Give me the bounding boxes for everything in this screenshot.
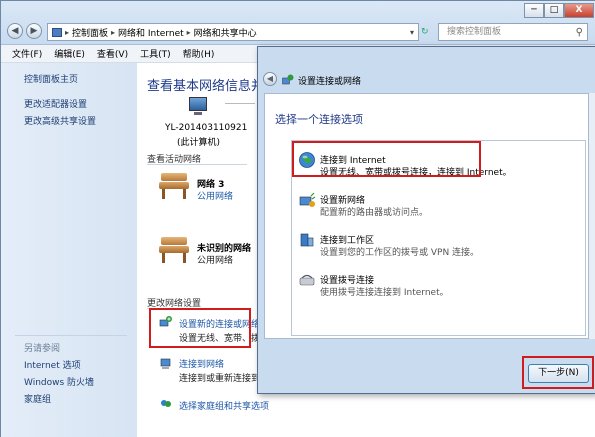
sidebar-link-internet-options[interactable]: Internet 选项 — [24, 358, 81, 371]
connection-option-list: 连接到 Internet 设置无线、宽带或拨号连接，连接到 Internet。 … — [291, 140, 586, 336]
menu-edit[interactable]: 编辑(E) — [54, 47, 85, 60]
menu-help[interactable]: 帮助(H) — [183, 47, 215, 60]
dialog-footer: 下一步(N) — [258, 339, 595, 393]
highlight-box — [522, 356, 594, 389]
option-connect-workplace[interactable]: 连接到工作区 设置到您的工作区的拨号或 VPN 连接。 — [296, 229, 581, 267]
network-setup-icon — [282, 74, 294, 85]
search-input[interactable]: 搜索控制面板 ⚲ — [438, 23, 588, 41]
divider — [15, 335, 127, 336]
left-navigation-pane: 控制面板主页 更改适配器设置 更改高级共享设置 另请参阅 Internet 选项… — [1, 63, 137, 437]
close-button[interactable]: X — [564, 3, 594, 18]
dialog-prompt: 选择一个连接选项 — [275, 113, 363, 126]
dialog-body: 选择一个连接选项 连接到 Internet 设置无线、宽带或拨号连接，连接到 I… — [264, 93, 589, 339]
network-type-link[interactable]: 公用网络 — [197, 189, 233, 202]
breadcrumb-network-sharing-center[interactable]: 网络和共享中心 — [194, 26, 257, 39]
see-also-heading: 另请参阅 — [24, 344, 61, 354]
computer-subtitle: (此计算机) — [177, 138, 221, 148]
menu-tools[interactable]: 工具(T) — [140, 47, 171, 60]
sidebar-link-change-adapter-settings[interactable]: 更改适配器设置 — [24, 97, 87, 110]
search-placeholder: 搜索控制面板 — [447, 27, 502, 37]
chevron-right-icon: ▸ — [65, 27, 70, 37]
option-setup-dialup[interactable]: 设置拨号连接 使用拨号连接连接到 Internet。 — [296, 269, 581, 307]
computer-icon — [189, 97, 207, 115]
network-sharing-center-window: ─ □ X ◀ ▶ ▸ 控制面板 ▸ 网络和 Internet ▸ 网络和共享中… — [0, 0, 595, 437]
address-field[interactable]: ▸ 控制面板 ▸ 网络和 Internet ▸ 网络和共享中心 ▾ — [47, 23, 419, 41]
option-description: 配置新的路由器或访问点。 — [320, 208, 429, 218]
divider — [147, 164, 247, 165]
chevron-right-icon: ▸ — [186, 27, 191, 37]
dialog-scrollbar[interactable] — [589, 93, 595, 339]
computer-name: YL-201403110921 — [165, 123, 248, 133]
refresh-icon[interactable]: ↻ — [421, 23, 435, 41]
menu-view[interactable]: 查看(V) — [97, 47, 128, 60]
minimize-button[interactable]: ─ — [524, 3, 544, 18]
workplace-icon — [300, 233, 314, 247]
option-description: 使用拨号连接连接到 Internet。 — [320, 288, 449, 298]
homegroup-sharing-link[interactable]: 选择家庭组和共享选项 — [179, 399, 269, 412]
forward-arrow-icon[interactable]: ▶ — [26, 23, 42, 39]
router-icon — [299, 192, 316, 207]
setup-connection-dialog: ◀ 设置连接或网络 选择一个连接选项 连接到 Internet 设置无线、宽带或… — [257, 46, 595, 394]
back-arrow-icon[interactable]: ◀ — [263, 72, 277, 86]
address-bar: ─ □ X ◀ ▶ ▸ 控制面板 ▸ 网络和 Internet ▸ 网络和共享中… — [1, 1, 595, 45]
connect-network-icon — [160, 358, 171, 369]
connect-to-network-link[interactable]: 连接到网络 — [179, 357, 224, 370]
highlight-box — [292, 141, 481, 177]
modem-icon — [299, 274, 315, 286]
option-setup-new-network[interactable]: 设置新网络 配置新的路由器或访问点。 — [296, 189, 581, 227]
dialog-header: ◀ 设置连接或网络 — [258, 47, 595, 93]
breadcrumb-network-internet[interactable]: 网络和 Internet — [118, 26, 184, 39]
back-arrow-icon[interactable]: ◀ — [7, 23, 23, 39]
task-description: 连接到或重新连接到无 — [179, 374, 270, 384]
breadcrumb-control-panel[interactable]: 控制面板 — [72, 26, 108, 39]
sidebar-link-windows-firewall[interactable]: Windows 防火墙 — [24, 375, 94, 388]
dialog-title: 设置连接或网络 — [298, 77, 362, 87]
homegroup-icon — [161, 400, 171, 407]
public-network-bench-icon — [159, 237, 189, 263]
chevron-down-icon[interactable]: ▾ — [410, 28, 414, 37]
sidebar-link-homegroup[interactable]: 家庭组 — [24, 392, 51, 405]
folder-icon — [52, 27, 62, 37]
connector-line — [225, 103, 255, 104]
option-description: 设置到您的工作区的拨号或 VPN 连接。 — [320, 248, 480, 258]
search-icon[interactable]: ⚲ — [576, 25, 583, 41]
sidebar-link-control-panel-home[interactable]: 控制面板主页 — [24, 72, 78, 85]
network-type: 公用网络 — [197, 256, 234, 266]
sidebar-link-advanced-sharing-settings[interactable]: 更改高级共享设置 — [24, 114, 96, 127]
maximize-button[interactable]: □ — [544, 3, 564, 18]
public-network-bench-icon — [159, 173, 189, 199]
menu-file[interactable]: 文件(F) — [12, 47, 42, 60]
chevron-right-icon: ▸ — [111, 27, 116, 37]
highlight-box — [149, 308, 251, 348]
